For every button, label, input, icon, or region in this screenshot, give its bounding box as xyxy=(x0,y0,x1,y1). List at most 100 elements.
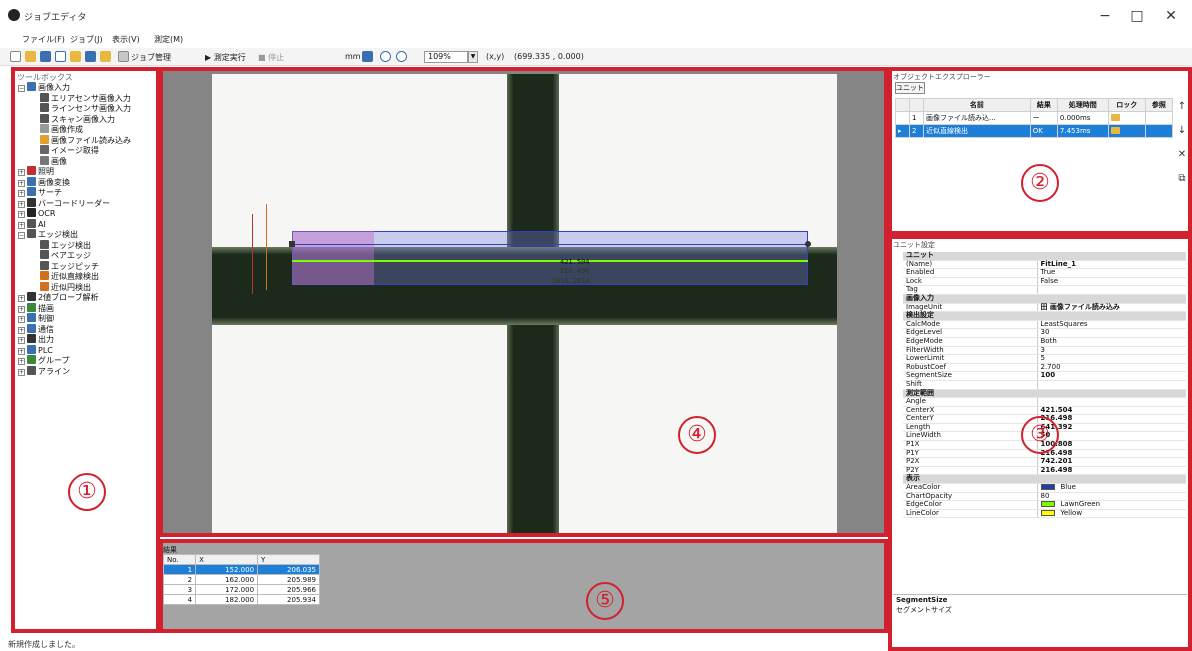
unit-row[interactable]: 1 画像ファイル読み込... ー 0.000ms xyxy=(895,111,1174,125)
property-row[interactable]: Shift xyxy=(903,380,1186,390)
menu-job[interactable]: ジョブ(J) xyxy=(70,34,103,45)
expand-icon[interactable]: + xyxy=(18,316,25,323)
move-up-button[interactable]: ↑ xyxy=(1175,100,1189,114)
property-row[interactable]: ImageUnit 田 画像ファイル読み込み xyxy=(903,303,1186,313)
zoom-in-icon[interactable] xyxy=(396,51,407,62)
fit-view-icon[interactable] xyxy=(362,51,373,62)
tree-item[interactable]: + 描画 xyxy=(18,302,54,314)
property-value[interactable]: True xyxy=(1037,268,1186,278)
property-category[interactable]: 測定範囲 xyxy=(903,389,1186,399)
unit-col-lock[interactable]: ロック xyxy=(1107,98,1146,112)
table-row[interactable]: 4 182.000 205.934 xyxy=(162,594,320,605)
property-value[interactable]: False xyxy=(1037,277,1186,287)
handle-right[interactable] xyxy=(805,241,811,247)
property-value[interactable]: 30 xyxy=(1037,329,1186,338)
open-folder-icon[interactable] xyxy=(25,51,36,62)
tree-item[interactable]: エッジ検出 xyxy=(40,239,91,251)
results-col-y[interactable]: Y xyxy=(257,554,320,565)
property-value[interactable]: 田 画像ファイル読み込み xyxy=(1037,303,1186,313)
handle-left[interactable] xyxy=(289,241,295,247)
zoom-select[interactable]: 109% xyxy=(424,51,468,63)
property-value[interactable]: 100 xyxy=(1037,372,1186,381)
unit-row[interactable]: ▸ 2 近似直線検出 OK 7.453ms xyxy=(895,124,1174,138)
property-value[interactable]: LawnGreen xyxy=(1037,500,1186,510)
expand-icon[interactable]: + xyxy=(18,295,25,302)
menu-file[interactable]: ファイル(F) xyxy=(22,34,65,45)
copy-icon[interactable] xyxy=(55,51,66,62)
property-value[interactable] xyxy=(1037,380,1186,390)
property-grid[interactable]: ユニット (Name) FitLine_1 Enabled True Lock False T… xyxy=(903,251,1186,519)
property-row[interactable]: Lock False xyxy=(903,277,1186,287)
tree-item[interactable]: + OCR xyxy=(18,208,55,218)
tree-item[interactable]: + 照明 xyxy=(18,166,54,177)
tree-item[interactable]: + アライン xyxy=(18,365,70,377)
tree-item[interactable]: + グループ xyxy=(18,355,70,366)
tree-item[interactable]: エッジピッチ xyxy=(40,260,99,272)
tree-item[interactable]: + PLC xyxy=(18,344,53,355)
expand-icon[interactable]: + xyxy=(18,347,25,355)
results-col-no[interactable]: No. xyxy=(162,554,197,565)
tree-item[interactable]: + サーチ xyxy=(18,187,62,198)
property-category[interactable]: 表示 xyxy=(903,475,1186,485)
stop-button[interactable]: ■ 停止 xyxy=(258,52,284,63)
expand-icon[interactable]: + xyxy=(18,305,25,313)
property-value[interactable]: Blue xyxy=(1037,483,1186,493)
table-row[interactable]: 1 152.000 206.035 xyxy=(162,564,320,575)
paste-icon[interactable] xyxy=(70,51,81,62)
unit-mm-button[interactable]: mm xyxy=(345,52,361,61)
menu-view[interactable]: 表示(V) xyxy=(112,34,140,45)
expand-icon[interactable]: + xyxy=(18,211,25,218)
unit-cell-lock[interactable] xyxy=(1107,124,1146,138)
tree-item[interactable]: − 画像入力 xyxy=(18,82,70,93)
collapse-icon[interactable]: − xyxy=(18,232,25,239)
property-value[interactable]: 80 xyxy=(1037,492,1186,502)
new-file-icon[interactable] xyxy=(10,51,21,62)
tree-item[interactable]: 画像作成 xyxy=(40,124,83,135)
job-manage-icon[interactable] xyxy=(118,51,129,62)
results-table[interactable]: No. X Y 1 152.000 206.035 2 162.000 205.989 3 1… xyxy=(162,554,320,605)
property-value[interactable]: 216.498 xyxy=(1037,466,1186,476)
property-value[interactable]: 2.700 xyxy=(1037,363,1186,373)
unit-cell-ref[interactable] xyxy=(1144,124,1174,138)
property-value[interactable]: FitLine_1 xyxy=(1037,260,1186,270)
unit-col-name[interactable]: 名前 xyxy=(923,98,1031,112)
expand-icon[interactable]: + xyxy=(18,221,25,229)
expand-icon[interactable]: + xyxy=(18,200,25,208)
expand-icon[interactable]: + xyxy=(18,326,25,334)
tab-unit[interactable]: ユニット xyxy=(895,82,925,94)
property-value[interactable]: Yellow xyxy=(1037,509,1186,519)
tree-item[interactable]: + 出力 xyxy=(18,334,54,345)
duplicate-button[interactable]: ⧉ xyxy=(1175,172,1189,186)
unit-cell-lock[interactable] xyxy=(1107,111,1146,125)
property-value[interactable]: 641.392 xyxy=(1037,423,1186,433)
tree-item[interactable]: 画像ファイル読み込み xyxy=(40,134,131,146)
property-row[interactable]: P2Y 216.498 xyxy=(903,466,1186,476)
menu-measure[interactable]: 測定(M) xyxy=(154,34,183,45)
save-icon[interactable] xyxy=(40,51,51,62)
expand-icon[interactable]: + xyxy=(18,179,25,187)
table-row[interactable]: 2 162.000 205.989 xyxy=(162,574,320,585)
property-row[interactable]: ChartOpacity 80 xyxy=(903,492,1186,502)
property-value[interactable]: LeastSquares xyxy=(1037,320,1186,330)
delete-button[interactable]: ✕ xyxy=(1175,148,1189,162)
property-row[interactable]: LineColor Yellow xyxy=(903,509,1186,519)
chevron-down-icon[interactable]: ▼ xyxy=(468,51,478,63)
unit-col-result[interactable]: 結果 xyxy=(1029,98,1058,112)
tree-item[interactable]: + バーコードリーダー xyxy=(18,197,110,209)
close-button[interactable]: ✕ xyxy=(1156,6,1186,26)
collapse-icon[interactable]: − xyxy=(18,85,25,92)
move-down-button[interactable]: ↓ xyxy=(1175,124,1189,138)
tree-item[interactable]: エリアセンサ画像入力 xyxy=(40,92,131,104)
property-row[interactable]: SegmentSize 100 xyxy=(903,372,1186,381)
tree-item[interactable]: +2値ブローブ解析 xyxy=(18,292,99,303)
tree-item[interactable]: ラインセンサ画像入力 xyxy=(40,103,131,114)
tree-item[interactable]: + 画像変換 xyxy=(18,176,70,188)
zoom-out-icon[interactable] xyxy=(380,51,391,62)
tree-item[interactable]: イメージ取得 xyxy=(40,145,99,156)
property-value[interactable] xyxy=(1037,285,1186,295)
tree-item[interactable]: ペアエッジ xyxy=(40,250,91,261)
tree-item[interactable]: 近似円検出 xyxy=(40,281,91,293)
unit-cell-ref[interactable] xyxy=(1144,111,1174,125)
minimize-button[interactable]: − xyxy=(1090,6,1120,26)
tree-item[interactable]: + 制御 xyxy=(18,313,54,324)
